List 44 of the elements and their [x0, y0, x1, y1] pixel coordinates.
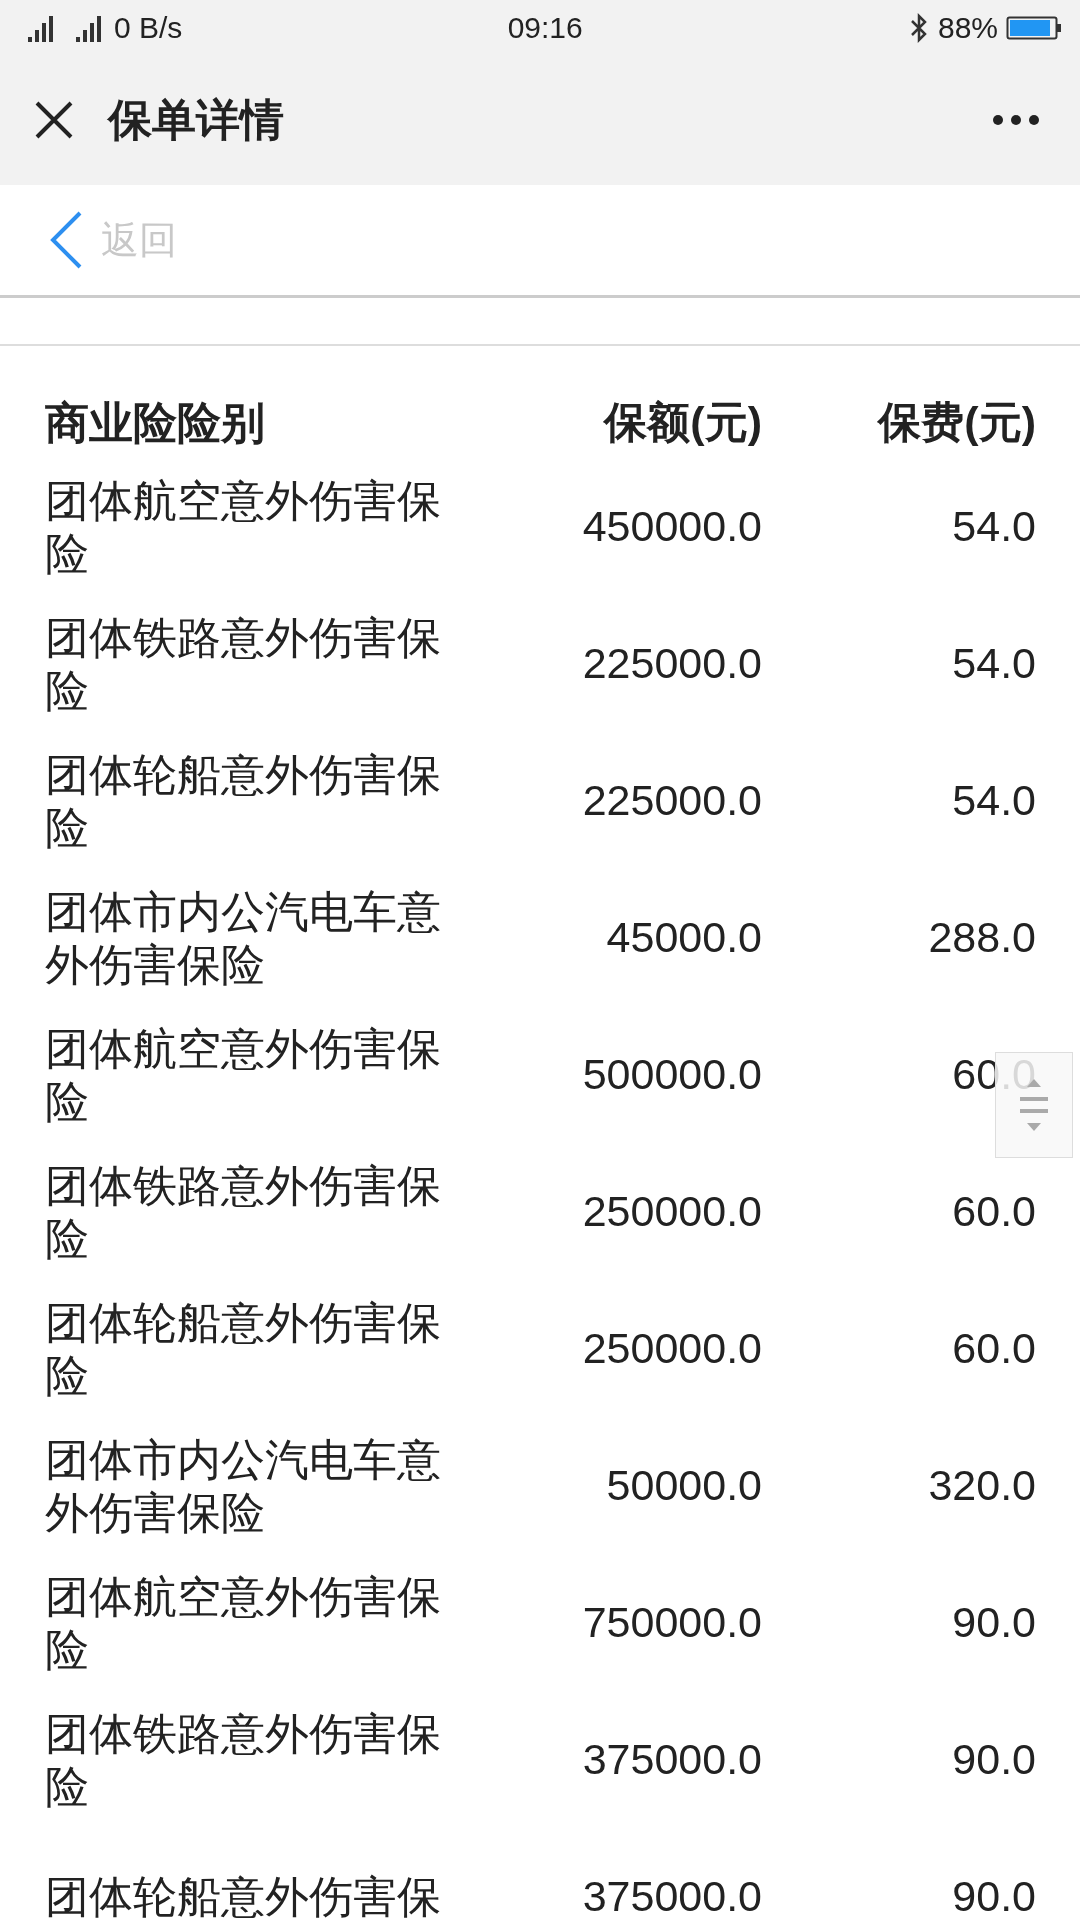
table-cell-text: 团体航空意外伤害保险	[45, 1022, 442, 1128]
table-cell-text: 团体市内公汽电车意外伤害保险	[45, 885, 442, 991]
close-icon	[34, 100, 74, 140]
table-cell-text: 60.0	[951, 1186, 1036, 1238]
table-cell-text: 90.0	[951, 1597, 1036, 1649]
table-cell-text: 500000.0	[581, 1049, 762, 1101]
table-cell-text: 54.0	[951, 638, 1036, 690]
table-cell-text: 450000.0	[581, 501, 762, 553]
table-cell-text: 375000.0	[581, 1871, 762, 1920]
table-cell-text: 225000.0	[581, 775, 762, 827]
table-cell-text: 团体轮船意外伤害保险	[45, 1296, 442, 1402]
table-cell-text: 225000.0	[581, 638, 762, 690]
status-time: 09:16	[507, 11, 583, 44]
table-cell-text: 团体轮船意外伤害保险	[45, 748, 442, 854]
more-button[interactable]	[992, 114, 1040, 126]
chevron-left-icon	[49, 211, 83, 269]
table-cell-text: 45000.0	[605, 912, 762, 964]
table-cell-text: 90.0	[951, 1734, 1036, 1786]
table-cell-text: 团体航空意外伤害保险	[45, 1570, 442, 1676]
more-icon	[992, 114, 1040, 126]
table-cell-text: 团体市内公汽电车意外伤害保险	[45, 1433, 442, 1539]
column-header: 保额(元)	[602, 396, 762, 448]
table-cell-text: 288.0	[927, 912, 1036, 964]
table-cell-text: 250000.0	[581, 1323, 762, 1375]
network-speed: 0 B/s	[114, 10, 183, 46]
table-cell-text: 750000.0	[581, 1597, 762, 1649]
table-cell-text: 团体航空意外伤害保险	[45, 474, 442, 580]
table-cell-text: 团体铁路意外伤害保险	[45, 611, 442, 717]
table-cell-text: 90.0	[951, 1871, 1036, 1920]
table-cell-text: 团体铁路意外伤害保险	[45, 1707, 442, 1813]
page-title: 保单详情	[108, 94, 285, 146]
battery-percent: 88%	[937, 10, 998, 46]
column-header: 保费(元)	[876, 396, 1036, 448]
table-cell-text: 团体轮船意外伤害保	[45, 1871, 442, 1920]
table-cell-text: 250000.0	[581, 1186, 762, 1238]
close-button[interactable]	[34, 100, 74, 140]
table-cell-text: 54.0	[951, 775, 1036, 827]
table-cell-text: 54.0	[951, 501, 1036, 553]
table-cell-text: 375000.0	[581, 1734, 762, 1786]
table-cell-text: 60.0	[951, 1323, 1036, 1375]
table-cell-text: 50000.0	[605, 1460, 762, 1512]
table-cell-text: 团体铁路意外伤害保险	[45, 1159, 442, 1265]
table-cell-text: 320.0	[927, 1460, 1036, 1512]
column-header: 商业险险别	[45, 396, 266, 449]
